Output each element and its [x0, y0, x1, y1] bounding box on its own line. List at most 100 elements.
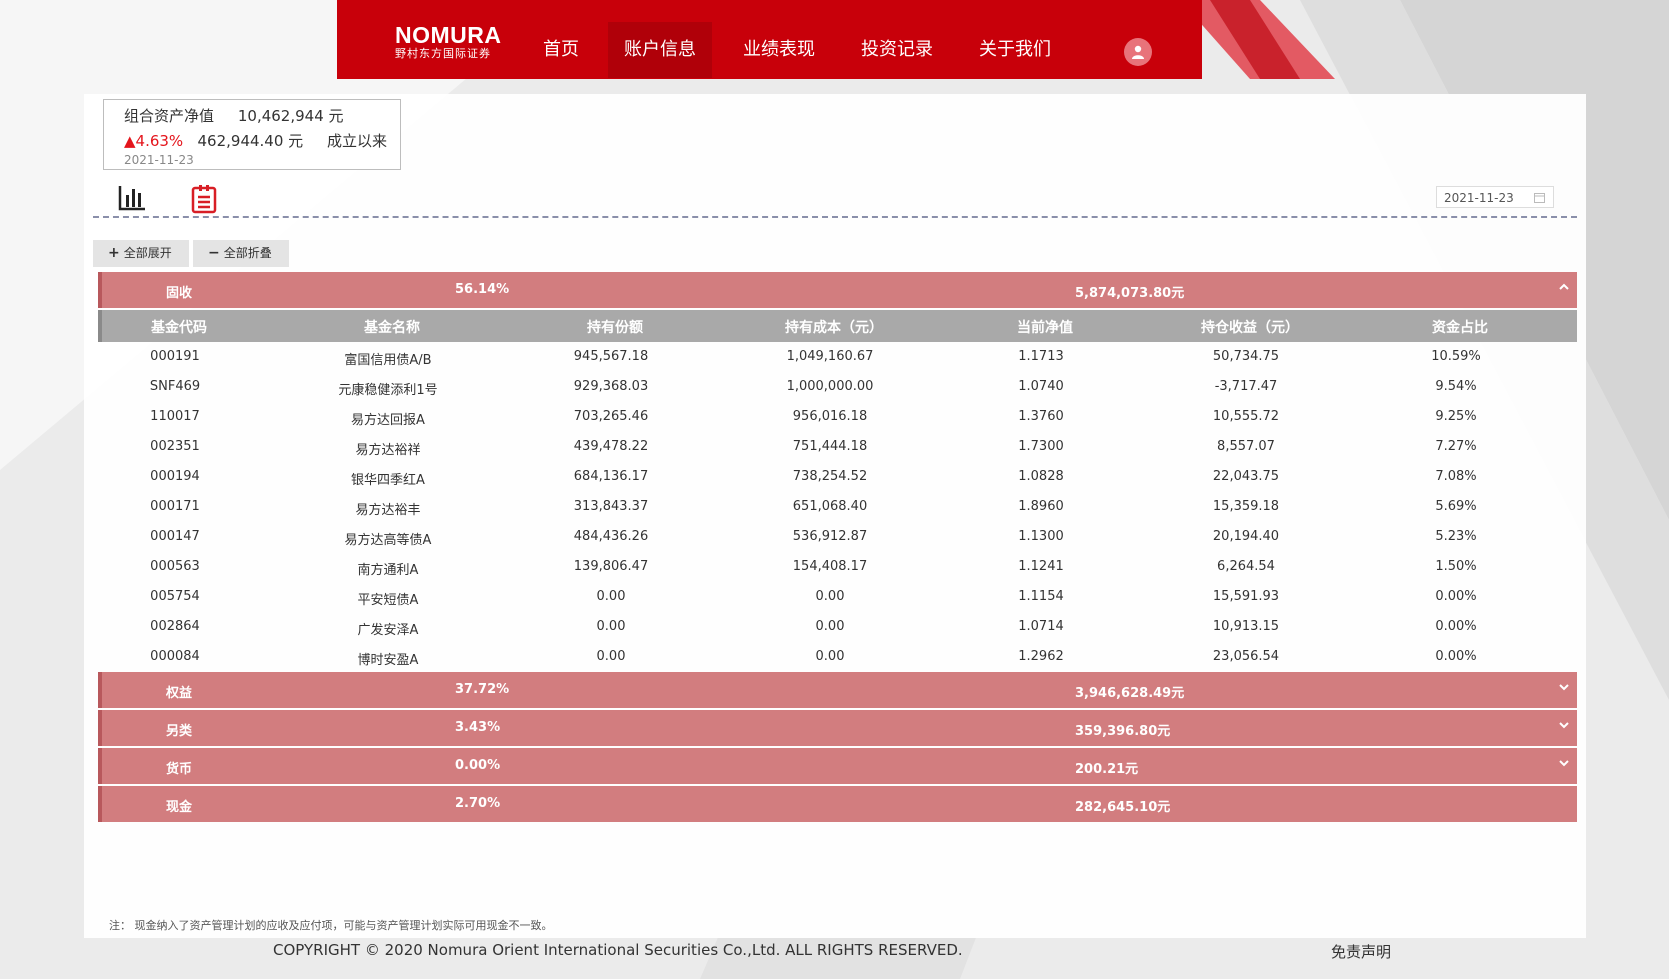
- cell-ratio: 10.59%: [1431, 349, 1481, 364]
- cell-cost: 0.00: [815, 649, 845, 664]
- col-nav: 当前净值: [1017, 320, 1073, 336]
- cell-cost: 738,254.52: [792, 469, 868, 484]
- cell-fund-name: 易方达裕祥: [355, 443, 421, 458]
- cell-nav: 1.1300: [1018, 529, 1064, 544]
- cell-profit: 20,194.40: [1212, 529, 1280, 544]
- footnote: 注： 现金纳入了资产管理计划的应收及应付项，可能与资产管理计划实际可用现金不一致…: [109, 919, 553, 932]
- group-amount: 5,874,073.80元: [1075, 286, 1185, 301]
- date-picker[interactable]: 2021-11-23: [1436, 186, 1554, 208]
- cell-ratio: 9.54%: [1435, 379, 1477, 394]
- cell-cost: 1,049,160.67: [786, 349, 874, 364]
- group-row-alternative[interactable]: 另类 3.43% 359,396.80元: [98, 710, 1577, 746]
- bar-chart-icon[interactable]: [117, 184, 147, 212]
- cell-nav: 1.1154: [1018, 589, 1064, 604]
- cell-ratio: 1.50%: [1435, 559, 1477, 574]
- nav-home[interactable]: 首页: [543, 22, 579, 78]
- cell-ratio: 5.23%: [1435, 529, 1477, 544]
- cell-fund-code: 002864: [150, 619, 200, 634]
- cell-shares: 703,265.46: [573, 409, 649, 424]
- group-name: 货币: [166, 762, 193, 777]
- cell-fund-name: 博时安盈A: [357, 653, 419, 668]
- col-ratio: 资金占比: [1432, 320, 1488, 336]
- nav-account-info[interactable]: 账户信息: [608, 22, 712, 78]
- cell-fund-code: SNF469: [149, 379, 201, 394]
- collapse-all-button[interactable]: − 全部折叠: [193, 240, 289, 267]
- group-percent: 0.00%: [455, 758, 501, 773]
- cell-profit: 10,913.15: [1212, 619, 1280, 634]
- nav-performance[interactable]: 业绩表现: [743, 22, 815, 78]
- table-header: 基金代码 基金名称 持有份额 持有成本（元） 当前净值 持仓收益（元） 资金占比: [98, 310, 1577, 342]
- cell-profit: 10,555.72: [1212, 409, 1280, 424]
- group-amount: 282,645.10元: [1075, 800, 1171, 815]
- table-row: 002864 广发安泽A 0.00 0.00 1.0714 10,913.15 0.00%: [98, 613, 1577, 643]
- user-button[interactable]: [1124, 38, 1152, 66]
- net-asset-value: 10,462,944 元: [237, 107, 344, 125]
- table-row: 005754 平安短债A 0.00 0.00 1.1154 15,591.93 0.00%: [98, 583, 1577, 613]
- col-shares: 持有份额: [587, 320, 643, 336]
- expand-all-button[interactable]: + 全部展开: [93, 240, 189, 267]
- cell-cost: 751,444.18: [792, 439, 868, 454]
- cell-ratio: 0.00%: [1435, 589, 1477, 604]
- cell-fund-code: 000147: [150, 529, 200, 544]
- nav-about-us[interactable]: 关于我们: [979, 22, 1051, 78]
- cell-fund-code: 005754: [150, 589, 200, 604]
- nomura-logo[interactable]: NOMURA 野村东方国际证券: [395, 24, 502, 61]
- cell-profit: 8,557.07: [1217, 439, 1275, 454]
- cell-ratio: 9.25%: [1435, 409, 1477, 424]
- cell-nav: 1.0828: [1018, 469, 1064, 484]
- cell-nav: 1.8960: [1018, 499, 1064, 514]
- group-amount: 359,396.80元: [1075, 724, 1171, 739]
- chevron-up-icon[interactable]: [1558, 281, 1570, 297]
- cell-shares: 945,567.18: [573, 349, 649, 364]
- chevron-down-icon[interactable]: [1558, 719, 1570, 735]
- cell-fund-name: 易方达裕丰: [355, 503, 421, 518]
- chevron-down-icon[interactable]: [1558, 757, 1570, 773]
- group-percent: 3.43%: [455, 720, 501, 735]
- group-row-cash: 现金 2.70% 282,645.10元: [98, 786, 1577, 822]
- cell-nav: 1.0740: [1018, 379, 1064, 394]
- nav-investment-records[interactable]: 投资记录: [861, 22, 933, 78]
- disclaimer-link[interactable]: 免责声明: [1331, 941, 1391, 962]
- list-icon[interactable]: [190, 184, 218, 214]
- group-percent: 2.70%: [455, 796, 501, 811]
- col-fund-code: 基金代码: [151, 320, 207, 336]
- cell-fund-name: 元康稳健添利1号: [338, 383, 438, 398]
- cell-ratio: 5.69%: [1435, 499, 1477, 514]
- cell-shares: 0.00: [596, 589, 626, 604]
- cell-cost: 154,408.17: [792, 559, 868, 574]
- chevron-down-icon[interactable]: [1558, 681, 1570, 697]
- cell-profit: -3,717.47: [1214, 379, 1278, 394]
- group-row-fixed-income[interactable]: 固收 56.14% 5,874,073.80元: [98, 272, 1577, 308]
- cell-nav: 1.1241: [1018, 559, 1064, 574]
- cell-fund-code: 110017: [150, 409, 200, 424]
- change-amount: 462,944.40 元: [197, 132, 304, 150]
- cell-nav: 1.1713: [1018, 349, 1064, 364]
- holdings-table-body: 000191 富国信用债A/B 945,567.18 1,049,160.67 1.17…: [98, 343, 1577, 673]
- col-fund-name: 基金名称: [364, 320, 420, 336]
- table-row: 000147 易方达高等债A 484,436.26 536,912.87 1.1300 2…: [98, 523, 1577, 553]
- cell-profit: 6,264.54: [1217, 559, 1275, 574]
- cell-ratio: 7.08%: [1435, 469, 1477, 484]
- logo-brand: NOMURA: [395, 22, 502, 48]
- cell-ratio: 7.27%: [1435, 439, 1477, 454]
- cell-profit: 22,043.75: [1212, 469, 1280, 484]
- cell-fund-name: 平安短债A: [357, 593, 419, 608]
- table-row: 000563 南方通利A 139,806.47 154,408.17 1.1241 6,2…: [98, 553, 1577, 583]
- calendar-icon: [1534, 193, 1545, 203]
- cell-cost: 0.00: [815, 589, 845, 604]
- table-row: 000084 博时安盈A 0.00 0.00 1.2962 23,056.54 0.00%: [98, 643, 1577, 673]
- cell-fund-code: 000084: [150, 649, 200, 664]
- cell-cost: 651,068.40: [792, 499, 868, 514]
- cell-nav: 1.7300: [1018, 439, 1064, 454]
- cell-fund-name: 银华四季红A: [351, 473, 425, 488]
- cell-cost: 536,912.87: [792, 529, 868, 544]
- cell-shares: 484,436.26: [573, 529, 649, 544]
- table-row: 000191 富国信用债A/B 945,567.18 1,049,160.67 1.17…: [98, 343, 1577, 373]
- date-picker-value: 2021-11-23: [1444, 191, 1514, 205]
- group-name: 现金: [166, 800, 193, 815]
- col-cost: 持有成本（元）: [785, 320, 883, 336]
- group-row-money-market[interactable]: 货币 0.00% 200.21元: [98, 748, 1577, 784]
- group-row-equity[interactable]: 权益 37.72% 3,946,628.49元: [98, 672, 1577, 708]
- logo-subtitle: 野村东方国际证券: [395, 47, 491, 60]
- group-percent: 56.14%: [455, 282, 510, 297]
